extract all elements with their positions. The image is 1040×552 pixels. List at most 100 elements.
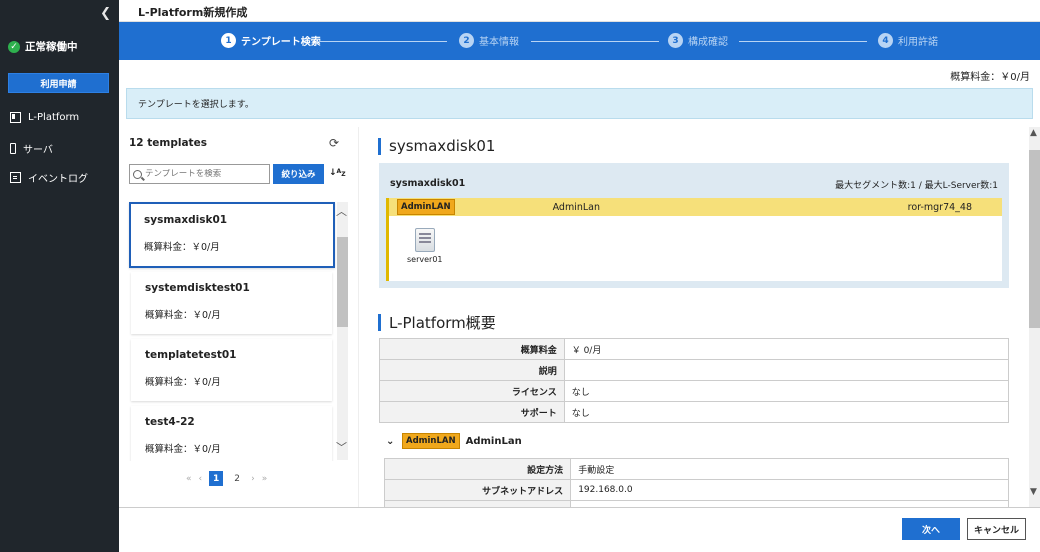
- step-template-search: 1 テンプレート検索: [221, 33, 321, 48]
- next-page-icon[interactable]: ›: [251, 474, 255, 484]
- table-row: サポート なし: [379, 401, 1010, 423]
- step-connector: [739, 41, 867, 42]
- last-page-icon[interactable]: »: [262, 474, 268, 484]
- step-label: 基本情報: [479, 37, 519, 48]
- estimate-summary: 概算料金：￥0/月: [950, 72, 1030, 83]
- row-value: なし: [563, 380, 1010, 402]
- template-price: 概算料金：￥0/月: [145, 310, 221, 321]
- step-number: 2: [459, 33, 474, 48]
- segment-host: ror-mgr74_48: [907, 201, 972, 213]
- search-icon: [133, 169, 142, 179]
- template-price: 概算料金：￥0/月: [145, 377, 221, 388]
- template-price: 概算料金：￥0/月: [145, 444, 221, 455]
- overview-table: 概算料金 ￥ 0/月 説明 ライセンス なし サポート なし: [379, 338, 1010, 423]
- template-card[interactable]: test4-22 概算料金：￥0/月: [131, 406, 332, 461]
- step-connector: [531, 41, 659, 42]
- nav-label: サーバ: [23, 145, 53, 156]
- nav-item-event-log[interactable]: イベントログ: [10, 170, 88, 185]
- adminlan-section-toggle[interactable]: ⌄ AdminLAN AdminLan: [386, 433, 522, 449]
- detail-scrollbar-thumb[interactable]: [1029, 150, 1040, 328]
- nav-item-server[interactable]: サーバ: [10, 141, 53, 156]
- template-list-panel: 12 templates ⟳ 絞り込み ↓AZ sysmaxdisk01 概算料…: [126, 127, 359, 507]
- template-price: 概算料金：￥0/月: [144, 242, 220, 253]
- step-label: テンプレート検索: [241, 37, 321, 48]
- segment-name: AdminLan: [465, 435, 522, 447]
- event-log-icon: [10, 172, 21, 183]
- template-name: templatetest01: [145, 349, 237, 361]
- sidebar: ❮ ✓ 正常稼働中 利用申請 L-Platform サーバ イベントログ: [0, 0, 119, 552]
- chevron-up-icon[interactable]: ︿: [336, 203, 347, 219]
- nav-item-l-platform[interactable]: L-Platform: [10, 112, 79, 123]
- system-status: ✓ 正常稼働中: [8, 39, 78, 54]
- template-card[interactable]: templatetest01 概算料金：￥0/月: [131, 339, 332, 401]
- chevron-down-icon[interactable]: ﹀: [336, 439, 347, 455]
- row-key: サポート: [379, 401, 565, 423]
- template-search[interactable]: [129, 164, 270, 184]
- server-icon: [10, 143, 16, 154]
- template-detail: sysmaxdisk01 sysmaxdisk01 最大セグメント数:1 / 最…: [362, 127, 1028, 507]
- filter-button[interactable]: 絞り込み: [273, 164, 324, 184]
- next-button[interactable]: 次へ: [902, 518, 960, 540]
- table-row: 概算料金 ￥ 0/月: [379, 338, 1010, 360]
- server-label: server01: [407, 255, 443, 264]
- segment-badge: AdminLAN: [402, 433, 460, 449]
- apply-button[interactable]: 利用申請: [8, 73, 109, 93]
- template-name: sysmaxdisk01: [144, 214, 228, 226]
- first-page-icon[interactable]: «: [186, 474, 192, 484]
- template-title: sysmaxdisk01: [378, 137, 495, 155]
- template-name: test4-22: [145, 416, 195, 428]
- page-title: L-Platform新規作成: [138, 6, 248, 19]
- step-label: 利用許諾: [898, 37, 938, 48]
- adminlan-table: 設定方法 手動設定 サブネットアドレス 192.168.0.0: [383, 458, 1009, 507]
- cancel-button[interactable]: キャンセル: [967, 518, 1026, 540]
- info-banner: テンプレートを選択します。: [126, 88, 1033, 119]
- table-row: サブネットアドレス 192.168.0.0: [383, 479, 1009, 501]
- prev-page-icon[interactable]: ‹: [199, 474, 203, 484]
- template-card[interactable]: sysmaxdisk01 概算料金：￥0/月: [129, 202, 335, 268]
- overview-title: L-Platform概要: [378, 312, 496, 333]
- table-row: 説明: [379, 359, 1010, 381]
- page-2[interactable]: 2: [230, 471, 244, 486]
- pagination: « ‹ 1 2 › »: [186, 471, 267, 486]
- topology-limits: 最大セグメント数:1 / 最大L-Server数:1: [835, 181, 998, 191]
- scroll-down-icon[interactable]: ▼: [1030, 487, 1037, 497]
- topology-name: sysmaxdisk01: [390, 178, 466, 189]
- row-key: ライセンス: [379, 380, 565, 402]
- nav-label: L-Platform: [28, 112, 80, 123]
- template-card[interactable]: systemdisktest01 概算料金：￥0/月: [131, 272, 332, 334]
- template-cards: sysmaxdisk01 概算料金：￥0/月 systemdisktest01 …: [126, 197, 346, 461]
- segment-row[interactable]: AdminLAN AdminLan ror-mgr74_48: [389, 198, 1002, 216]
- template-name: systemdisktest01: [145, 282, 250, 294]
- table-row: 設定方法 手動設定: [383, 458, 1009, 480]
- row-value: なし: [563, 401, 1010, 423]
- scroll-up-icon[interactable]: ▲: [1030, 128, 1037, 138]
- page-1[interactable]: 1: [209, 471, 224, 486]
- row-value: [563, 359, 1010, 381]
- row-value: ￥ 0/月: [563, 338, 1010, 360]
- step-number: 4: [878, 33, 893, 48]
- row-key: 設定方法: [383, 458, 572, 480]
- list-scrollbar-thumb[interactable]: [337, 237, 348, 327]
- chevron-down-icon: ⌄: [386, 435, 395, 447]
- step-basic-info: 2 基本情報: [459, 33, 519, 48]
- server-node[interactable]: server01: [407, 228, 443, 264]
- refresh-icon[interactable]: ⟳: [329, 136, 339, 150]
- step-connector: [319, 41, 447, 42]
- sort-icon[interactable]: ↓AZ: [329, 168, 346, 178]
- status-label: 正常稼働中: [25, 41, 78, 53]
- overview-title-text: L-Platform概要: [389, 314, 496, 332]
- wizard-stepper: 1 テンプレート検索 2 基本情報 3 構成確認 4 利用許諾: [119, 22, 1040, 60]
- row-key: 概算料金: [379, 338, 565, 360]
- segment-name: AdminLan: [552, 201, 601, 213]
- template-title-text: sysmaxdisk01: [389, 137, 496, 155]
- row-value: 192.168.0.0: [570, 479, 1009, 501]
- row-key: サブネットアドレス: [383, 479, 572, 501]
- search-input[interactable]: [145, 169, 265, 179]
- step-config-confirm: 3 構成確認: [668, 33, 728, 48]
- topology-diagram: sysmaxdisk01 最大セグメント数:1 / 最大L-Server数:1 …: [379, 163, 1009, 288]
- segment-badge: AdminLAN: [397, 199, 455, 215]
- chevron-left-icon[interactable]: ❮: [100, 6, 111, 21]
- server-icon: [414, 228, 435, 252]
- row-key: 説明: [379, 359, 565, 381]
- template-count: 12 templates: [129, 137, 207, 149]
